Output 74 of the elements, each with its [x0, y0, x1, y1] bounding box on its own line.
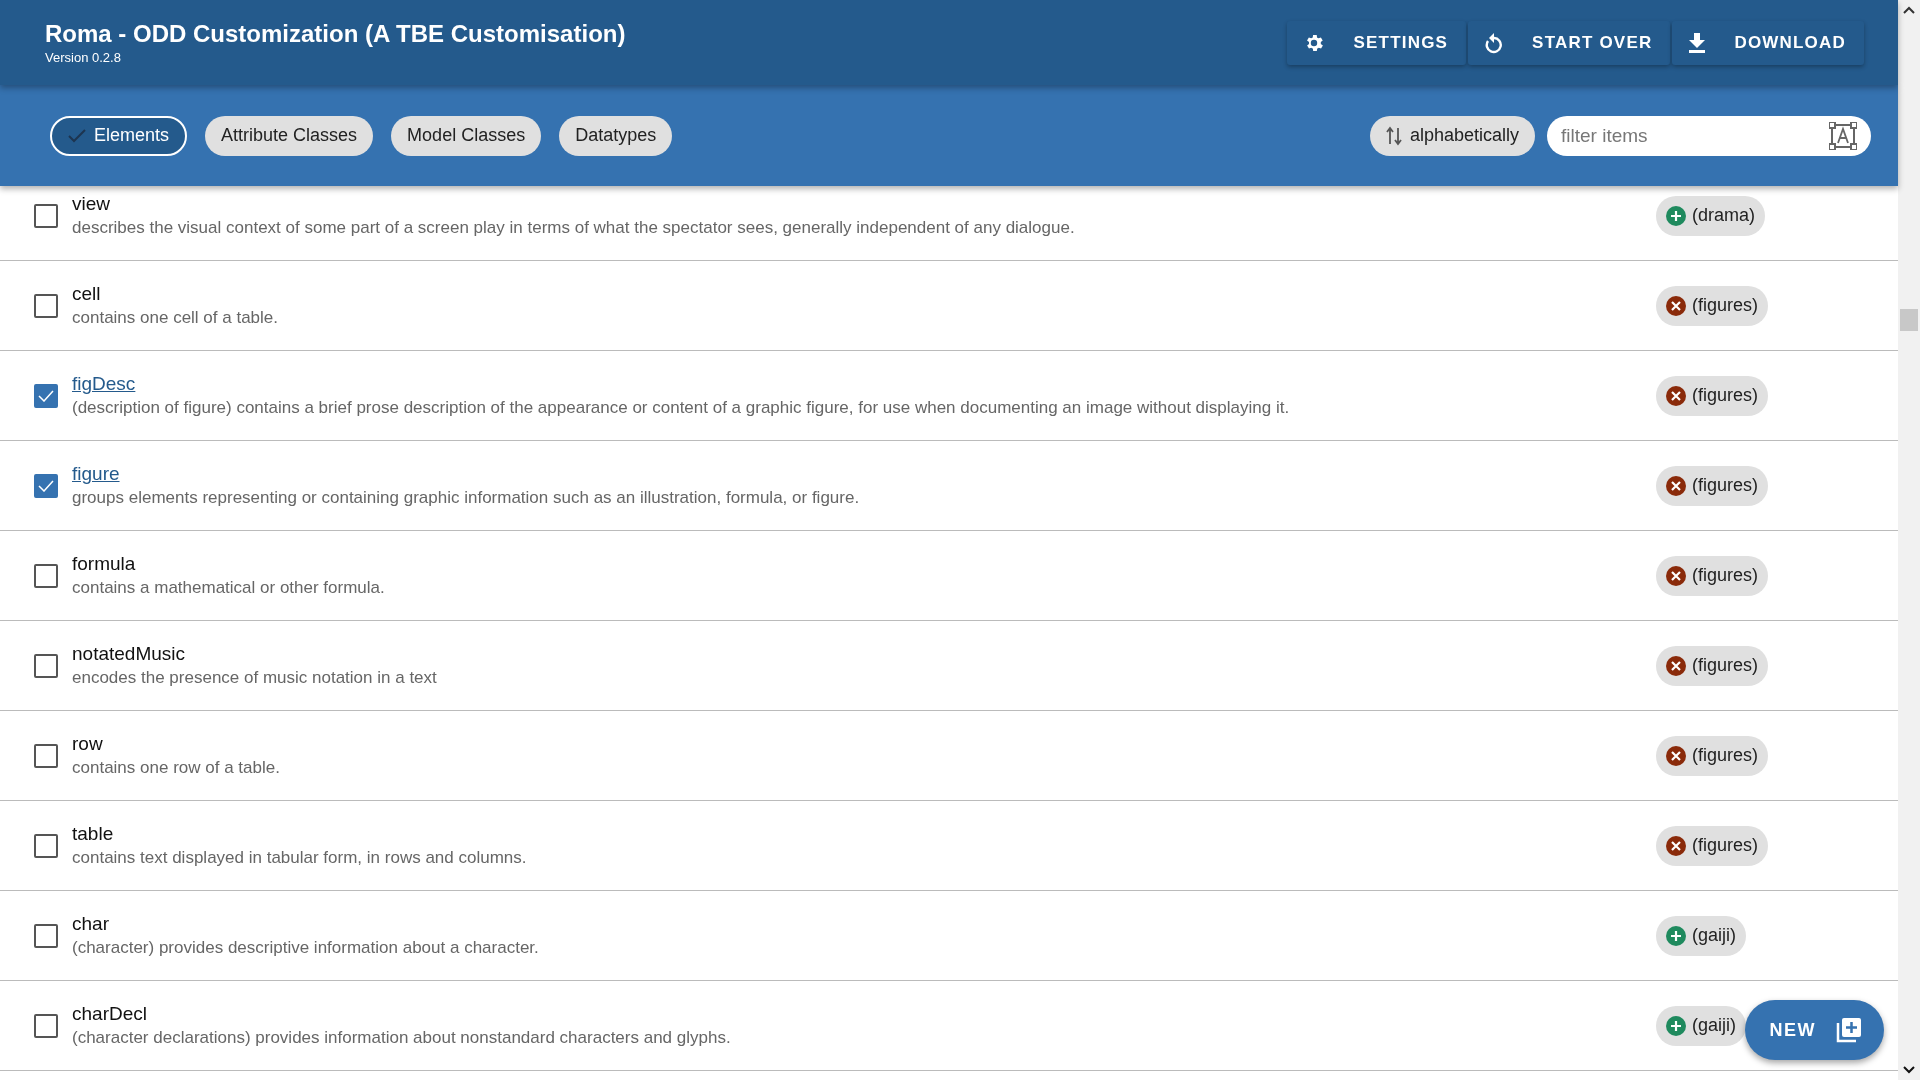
version-label: Version 0.2.8 [45, 50, 122, 65]
checkbox[interactable] [34, 923, 58, 948]
element-name-link[interactable]: figure [72, 463, 120, 485]
element-description: (character declarations) provides information about nonstandard characters and glyphs. [72, 1028, 732, 1048]
close-circle-icon [1666, 655, 1686, 676]
element-name: view [72, 193, 110, 215]
module-chip[interactable]: (figures) [1656, 735, 1768, 776]
module-chip[interactable]: (gaiji) [1656, 1005, 1746, 1046]
close-circle-icon [1666, 385, 1686, 406]
checkbox[interactable] [34, 833, 58, 858]
new-button[interactable]: NEW [1744, 1000, 1884, 1060]
module-chip[interactable]: (figures) [1656, 285, 1768, 326]
element-name: formula [72, 553, 136, 575]
checkbox[interactable] [34, 743, 58, 768]
download-button[interactable]: DOWNLOAD [1672, 20, 1864, 65]
checkbox[interactable] [34, 1013, 58, 1038]
scrollbar-thumb[interactable] [1900, 309, 1918, 331]
element-description: groups elements representing or containing graphic information such as an illustration, formula, or figure. [72, 488, 861, 508]
download-icon [1688, 32, 1707, 53]
check-icon [38, 389, 54, 402]
module-chip[interactable]: (drama) [1656, 195, 1765, 236]
plus-circle-icon [1666, 1015, 1686, 1036]
checkbox[interactable] [34, 653, 58, 678]
element-name-link[interactable]: figDesc [72, 373, 136, 395]
element-description: (character) provides descriptive information about a character. [72, 938, 540, 958]
plus-circle-icon [1666, 205, 1686, 226]
close-circle-icon [1666, 475, 1686, 496]
scroll-up-icon[interactable] [1903, 6, 1915, 14]
checkbox[interactable] [34, 203, 58, 228]
module-chip[interactable]: (figures) [1656, 375, 1768, 416]
scroll-down-icon[interactable] [1903, 1066, 1915, 1074]
element-name: table [72, 823, 114, 845]
checkbox[interactable] [34, 383, 58, 408]
checkbox[interactable] [34, 293, 58, 318]
category-tab[interactable]: Datatypes [559, 115, 673, 156]
close-circle-icon [1666, 295, 1686, 316]
module-chip[interactable]: (figures) [1656, 465, 1768, 506]
sort-arrows-icon [1385, 125, 1402, 146]
element-name: notatedMusic [72, 643, 185, 665]
text-box-icon [1829, 121, 1857, 150]
module-chip[interactable]: (figures) [1656, 645, 1768, 686]
checkbox[interactable] [34, 473, 58, 498]
module-chip[interactable]: (figures) [1656, 825, 1768, 866]
module-chip[interactable]: (gaiji) [1656, 915, 1746, 956]
element-name: cell [72, 283, 101, 305]
restart-icon [1484, 31, 1505, 54]
close-circle-icon [1666, 745, 1686, 766]
element-description: contains text displayed in tabular form, in rows and columns. [72, 848, 528, 868]
close-circle-icon [1666, 565, 1686, 586]
element-description: describes the visual context of some part of a screen play in terms of what the spectator sees, generally independent of any dialogue. [72, 218, 1076, 238]
category-tab[interactable]: Elements [50, 115, 188, 156]
restart-button[interactable]: START OVER [1468, 20, 1671, 65]
module-chip[interactable]: (figures) [1656, 555, 1768, 596]
element-name: charDecl [72, 1003, 147, 1025]
element-description: contains one row of a table. [72, 758, 281, 778]
category-tab[interactable]: Model Classes [391, 115, 542, 156]
element-description: contains one cell of a table. [72, 308, 280, 328]
element-description: contains a mathematical or other formula. [72, 578, 386, 598]
app-title: Roma - ODD Customization (A TBE Customisation) [45, 20, 626, 48]
element-name: char [72, 913, 109, 935]
element-description: encodes the presence of music notation in a text [72, 668, 438, 688]
element-name: row [72, 733, 103, 755]
add-copy-icon [1836, 1017, 1862, 1043]
close-circle-icon [1666, 835, 1686, 856]
plus-circle-icon [1666, 925, 1686, 946]
check-icon [68, 128, 86, 143]
filter-field[interactable]: filter items [1547, 115, 1871, 156]
check-icon [38, 479, 54, 492]
sort-button[interactable]: alphabetically [1369, 115, 1535, 156]
category-tab[interactable]: Attribute Classes [205, 115, 374, 156]
settings-button[interactable]: SETTINGS [1287, 20, 1467, 65]
checkbox[interactable] [34, 563, 58, 588]
element-description: (description of figure) contains a brief prose description of the appearance or content of a graphic figure, for use when documenting an image without displaying it. [72, 398, 1291, 418]
scrollbar[interactable] [1898, 0, 1920, 1080]
